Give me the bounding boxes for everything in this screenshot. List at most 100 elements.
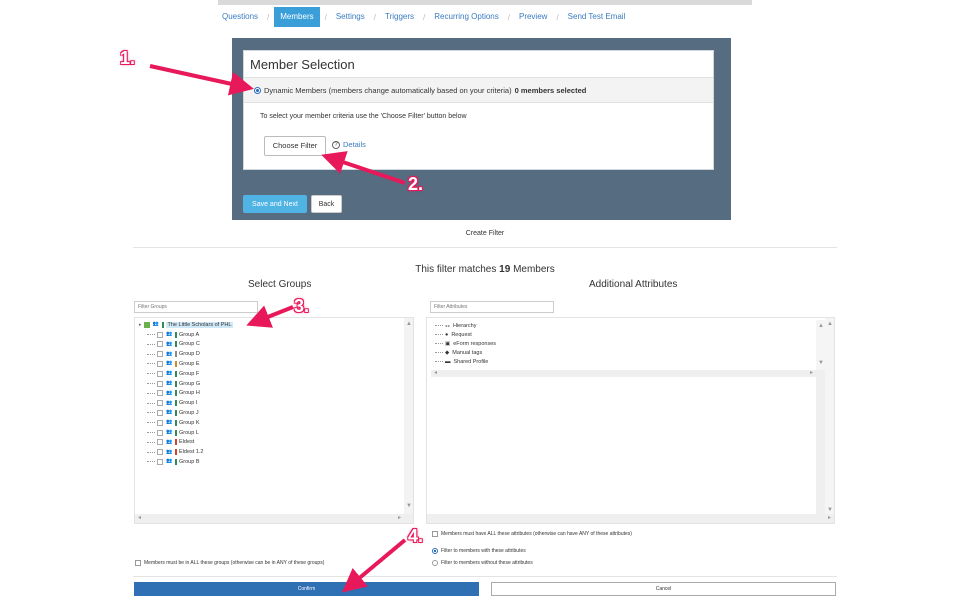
nav-separator: / xyxy=(507,12,510,22)
group-tree[interactable]: ▸ 👥 The Little Scholars of PHL 👥 Group A 👥… xyxy=(134,317,414,524)
scroll-left-icon[interactable]: ◂ xyxy=(138,515,141,522)
without-attributes-option[interactable]: Filter to members without these attribut… xyxy=(432,560,533,566)
group-item[interactable]: 👥 Group K xyxy=(147,418,199,427)
tree-root[interactable]: ▸ 👥 The Little Scholars of PHL xyxy=(139,320,234,329)
scroll-down-icon[interactable]: ▼ xyxy=(827,507,833,514)
tab-recurring-options[interactable]: Recurring Options xyxy=(430,7,502,27)
tree-horizontal-scrollbar[interactable]: ◂ ▸ xyxy=(135,514,413,523)
scroll-right-icon[interactable]: ▸ xyxy=(398,515,401,522)
group-checkbox[interactable] xyxy=(157,390,163,397)
tree-connector xyxy=(147,432,155,433)
group-item[interactable]: 👥 Group J xyxy=(147,408,199,417)
scroll-down-icon[interactable]: ▼ xyxy=(818,360,824,367)
tab-settings[interactable]: Settings xyxy=(332,7,369,27)
group-item[interactable]: 👥 Group G xyxy=(147,379,200,388)
tree-connector xyxy=(147,373,155,375)
group-checkbox[interactable] xyxy=(157,409,163,416)
group-item[interactable]: 👥 Group C xyxy=(147,340,200,349)
scroll-up-icon[interactable]: ▲ xyxy=(827,321,833,328)
tree-connector xyxy=(147,343,155,345)
root-checkbox[interactable] xyxy=(143,321,150,328)
filter-groups-input[interactable] xyxy=(134,301,258,313)
group-item[interactable]: 👥 Eldest xyxy=(147,438,194,447)
selected-count: 0 members selected xyxy=(514,85,587,95)
without-attributes-radio[interactable] xyxy=(432,560,438,566)
scroll-left-icon[interactable]: ◂ xyxy=(434,370,437,377)
group-checkbox[interactable] xyxy=(157,351,163,358)
tab-preview[interactable]: Preview xyxy=(515,7,551,27)
group-tag-icon xyxy=(175,449,177,456)
dynamic-members-option[interactable]: Dynamic Members (members change automati… xyxy=(244,77,713,103)
group-checkbox[interactable] xyxy=(157,419,163,426)
attribute-item[interactable]: ● Request xyxy=(435,330,472,339)
group-checkbox[interactable] xyxy=(157,449,163,456)
all-attributes-option[interactable]: Members must have ALL these attributes (… xyxy=(432,531,632,537)
group-item[interactable]: 👥 Group D xyxy=(147,350,200,359)
group-label: Group K xyxy=(179,419,200,426)
group-tag-icon xyxy=(175,439,177,446)
tree-connector xyxy=(435,325,443,326)
group-item[interactable]: 👥 Group E xyxy=(147,359,199,368)
tab-members[interactable]: Members xyxy=(274,7,320,27)
group-checkbox[interactable] xyxy=(157,458,163,465)
attribute-list-scrollbar[interactable]: ▲ ▼ xyxy=(816,320,825,370)
group-checkbox[interactable] xyxy=(157,429,163,436)
attribute-tree[interactable]: ⚏ Hierarchy ● Request ▣ eForm responses … xyxy=(426,317,835,524)
attribute-label: Request xyxy=(451,331,472,338)
cancel-button[interactable]: Cancel xyxy=(491,582,836,596)
tree-vertical-scrollbar[interactable]: ▲ ▼ xyxy=(404,318,413,514)
tree-connector xyxy=(435,343,443,344)
group-checkbox[interactable] xyxy=(157,370,163,377)
group-checkbox[interactable] xyxy=(157,380,163,387)
group-checkbox[interactable] xyxy=(157,439,163,446)
group-item[interactable]: 👥 Group I xyxy=(147,399,197,408)
attribute-item[interactable]: ▣ eForm responses xyxy=(435,339,496,348)
attribute-bottom-scrollbar[interactable]: ▸ xyxy=(427,514,834,523)
group-tag-icon xyxy=(175,390,177,397)
dialog-title: Create Filter xyxy=(465,230,505,237)
group-checkbox[interactable] xyxy=(157,400,163,407)
group-item[interactable]: 👥 Group L xyxy=(147,428,199,437)
group-item[interactable]: 👥 Eldest 1.2 xyxy=(147,448,203,457)
scroll-right-icon[interactable]: ▸ xyxy=(828,515,831,522)
filter-attributes-input[interactable] xyxy=(430,301,554,313)
choose-filter-button[interactable]: Choose Filter xyxy=(264,136,326,156)
all-attributes-checkbox[interactable] xyxy=(432,531,438,537)
group-checkbox[interactable] xyxy=(157,360,163,367)
group-item[interactable]: 👥 Group H xyxy=(147,389,200,398)
scroll-right-icon[interactable]: ▸ xyxy=(810,370,813,377)
save-and-next-button[interactable]: Save and Next xyxy=(243,195,307,213)
tree-connector xyxy=(147,383,155,384)
tab-questions[interactable]: Questions xyxy=(218,7,262,27)
group-item[interactable]: 👥 Group B xyxy=(147,457,199,466)
group-item[interactable]: 👥 Group F xyxy=(147,369,199,378)
attribute-item[interactable]: ▬ Shared Profile xyxy=(435,357,488,366)
group-item[interactable]: 👥 Group A xyxy=(147,330,199,339)
attribute-outer-scrollbar[interactable]: ▲ ▼ xyxy=(825,318,834,518)
collapse-icon[interactable]: ▸ xyxy=(139,322,142,328)
all-groups-checkbox[interactable] xyxy=(135,560,141,566)
attribute-item[interactable]: ⚏ Hierarchy xyxy=(435,321,476,330)
tab-send-test-email[interactable]: Send Test Email xyxy=(564,7,630,27)
group-checkbox[interactable] xyxy=(157,341,163,348)
attribute-item[interactable]: ◆ Manual tags xyxy=(435,348,482,357)
confirm-button[interactable]: Confirm xyxy=(134,582,479,596)
scroll-down-icon[interactable]: ▼ xyxy=(406,503,412,510)
with-attributes-option[interactable]: Filter to members with these attributes xyxy=(432,548,526,554)
group-checkbox[interactable] xyxy=(157,331,163,338)
annotation-step-3: 3. xyxy=(294,296,310,316)
tab-triggers[interactable]: Triggers xyxy=(381,7,418,27)
back-button[interactable]: Back xyxy=(311,195,342,213)
dynamic-members-radio[interactable] xyxy=(254,86,261,94)
scroll-up-icon[interactable]: ▲ xyxy=(818,323,824,330)
scroll-up-icon[interactable]: ▲ xyxy=(406,321,412,328)
member-selection-card: Member Selection Dynamic Members (member… xyxy=(243,50,714,170)
all-groups-option[interactable]: Members must be in ALL these groups (oth… xyxy=(135,560,324,566)
with-attributes-radio[interactable] xyxy=(432,548,438,554)
nav-separator: / xyxy=(373,12,376,22)
details-link[interactable]: ? Details xyxy=(332,140,366,149)
group-label: Group F xyxy=(179,370,200,377)
attribute-horizontal-scrollbar[interactable]: ◂ ▸ xyxy=(431,370,816,377)
group-label: Group C xyxy=(179,341,200,348)
without-attributes-label: Filter to members without these attribut… xyxy=(441,560,533,566)
